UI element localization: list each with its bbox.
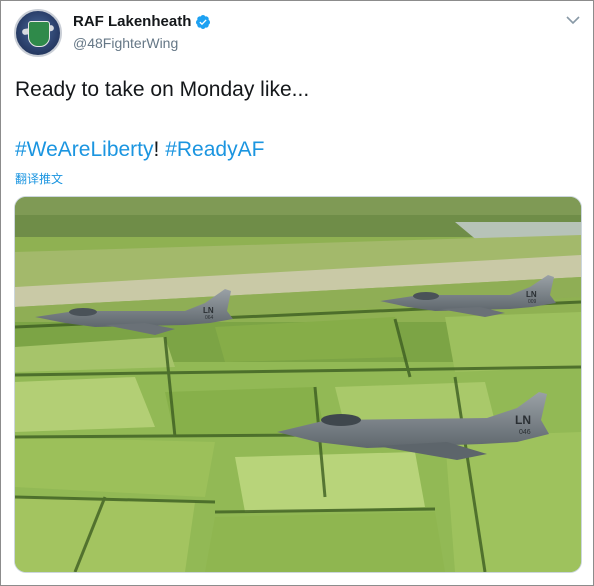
- author-handle[interactable]: @48FighterWing: [73, 35, 178, 51]
- tweet-photo[interactable]: LN 064 LN 009 LN 046: [14, 196, 582, 573]
- author-name[interactable]: RAF Lakenheath: [73, 13, 191, 30]
- tweet-hashtags: #WeAreLiberty! #ReadyAF: [15, 138, 264, 162]
- translate-tweet-link[interactable]: 翻译推文: [15, 170, 63, 187]
- jet-1-tail-number: 064: [205, 315, 214, 321]
- avatar-shield-emblem: [28, 21, 50, 47]
- jet-2-tail-code: LN: [526, 290, 537, 299]
- jet-1-tail-code: LN: [203, 306, 214, 315]
- hashtag-separator: !: [153, 138, 166, 161]
- chevron-down-icon[interactable]: [565, 13, 581, 27]
- avatar[interactable]: [14, 9, 62, 57]
- author-name-row[interactable]: RAF Lakenheath: [73, 13, 211, 30]
- jet-3-tail-code: LN: [515, 413, 531, 427]
- aircraft-photo: LN 064 LN 009 LN 046: [15, 197, 581, 572]
- jet-3-tail-number: 046: [519, 429, 531, 436]
- hashtag-link[interactable]: #ReadyAF: [165, 138, 264, 161]
- jet-2-tail-number: 009: [528, 299, 537, 305]
- tweet-text: Ready to take on Monday like...: [15, 78, 310, 101]
- verified-badge-icon: [196, 14, 211, 29]
- hashtag-link[interactable]: #WeAreLiberty: [15, 138, 154, 161]
- tweet-card[interactable]: RAF Lakenheath @48FighterWing Ready to t…: [0, 0, 594, 586]
